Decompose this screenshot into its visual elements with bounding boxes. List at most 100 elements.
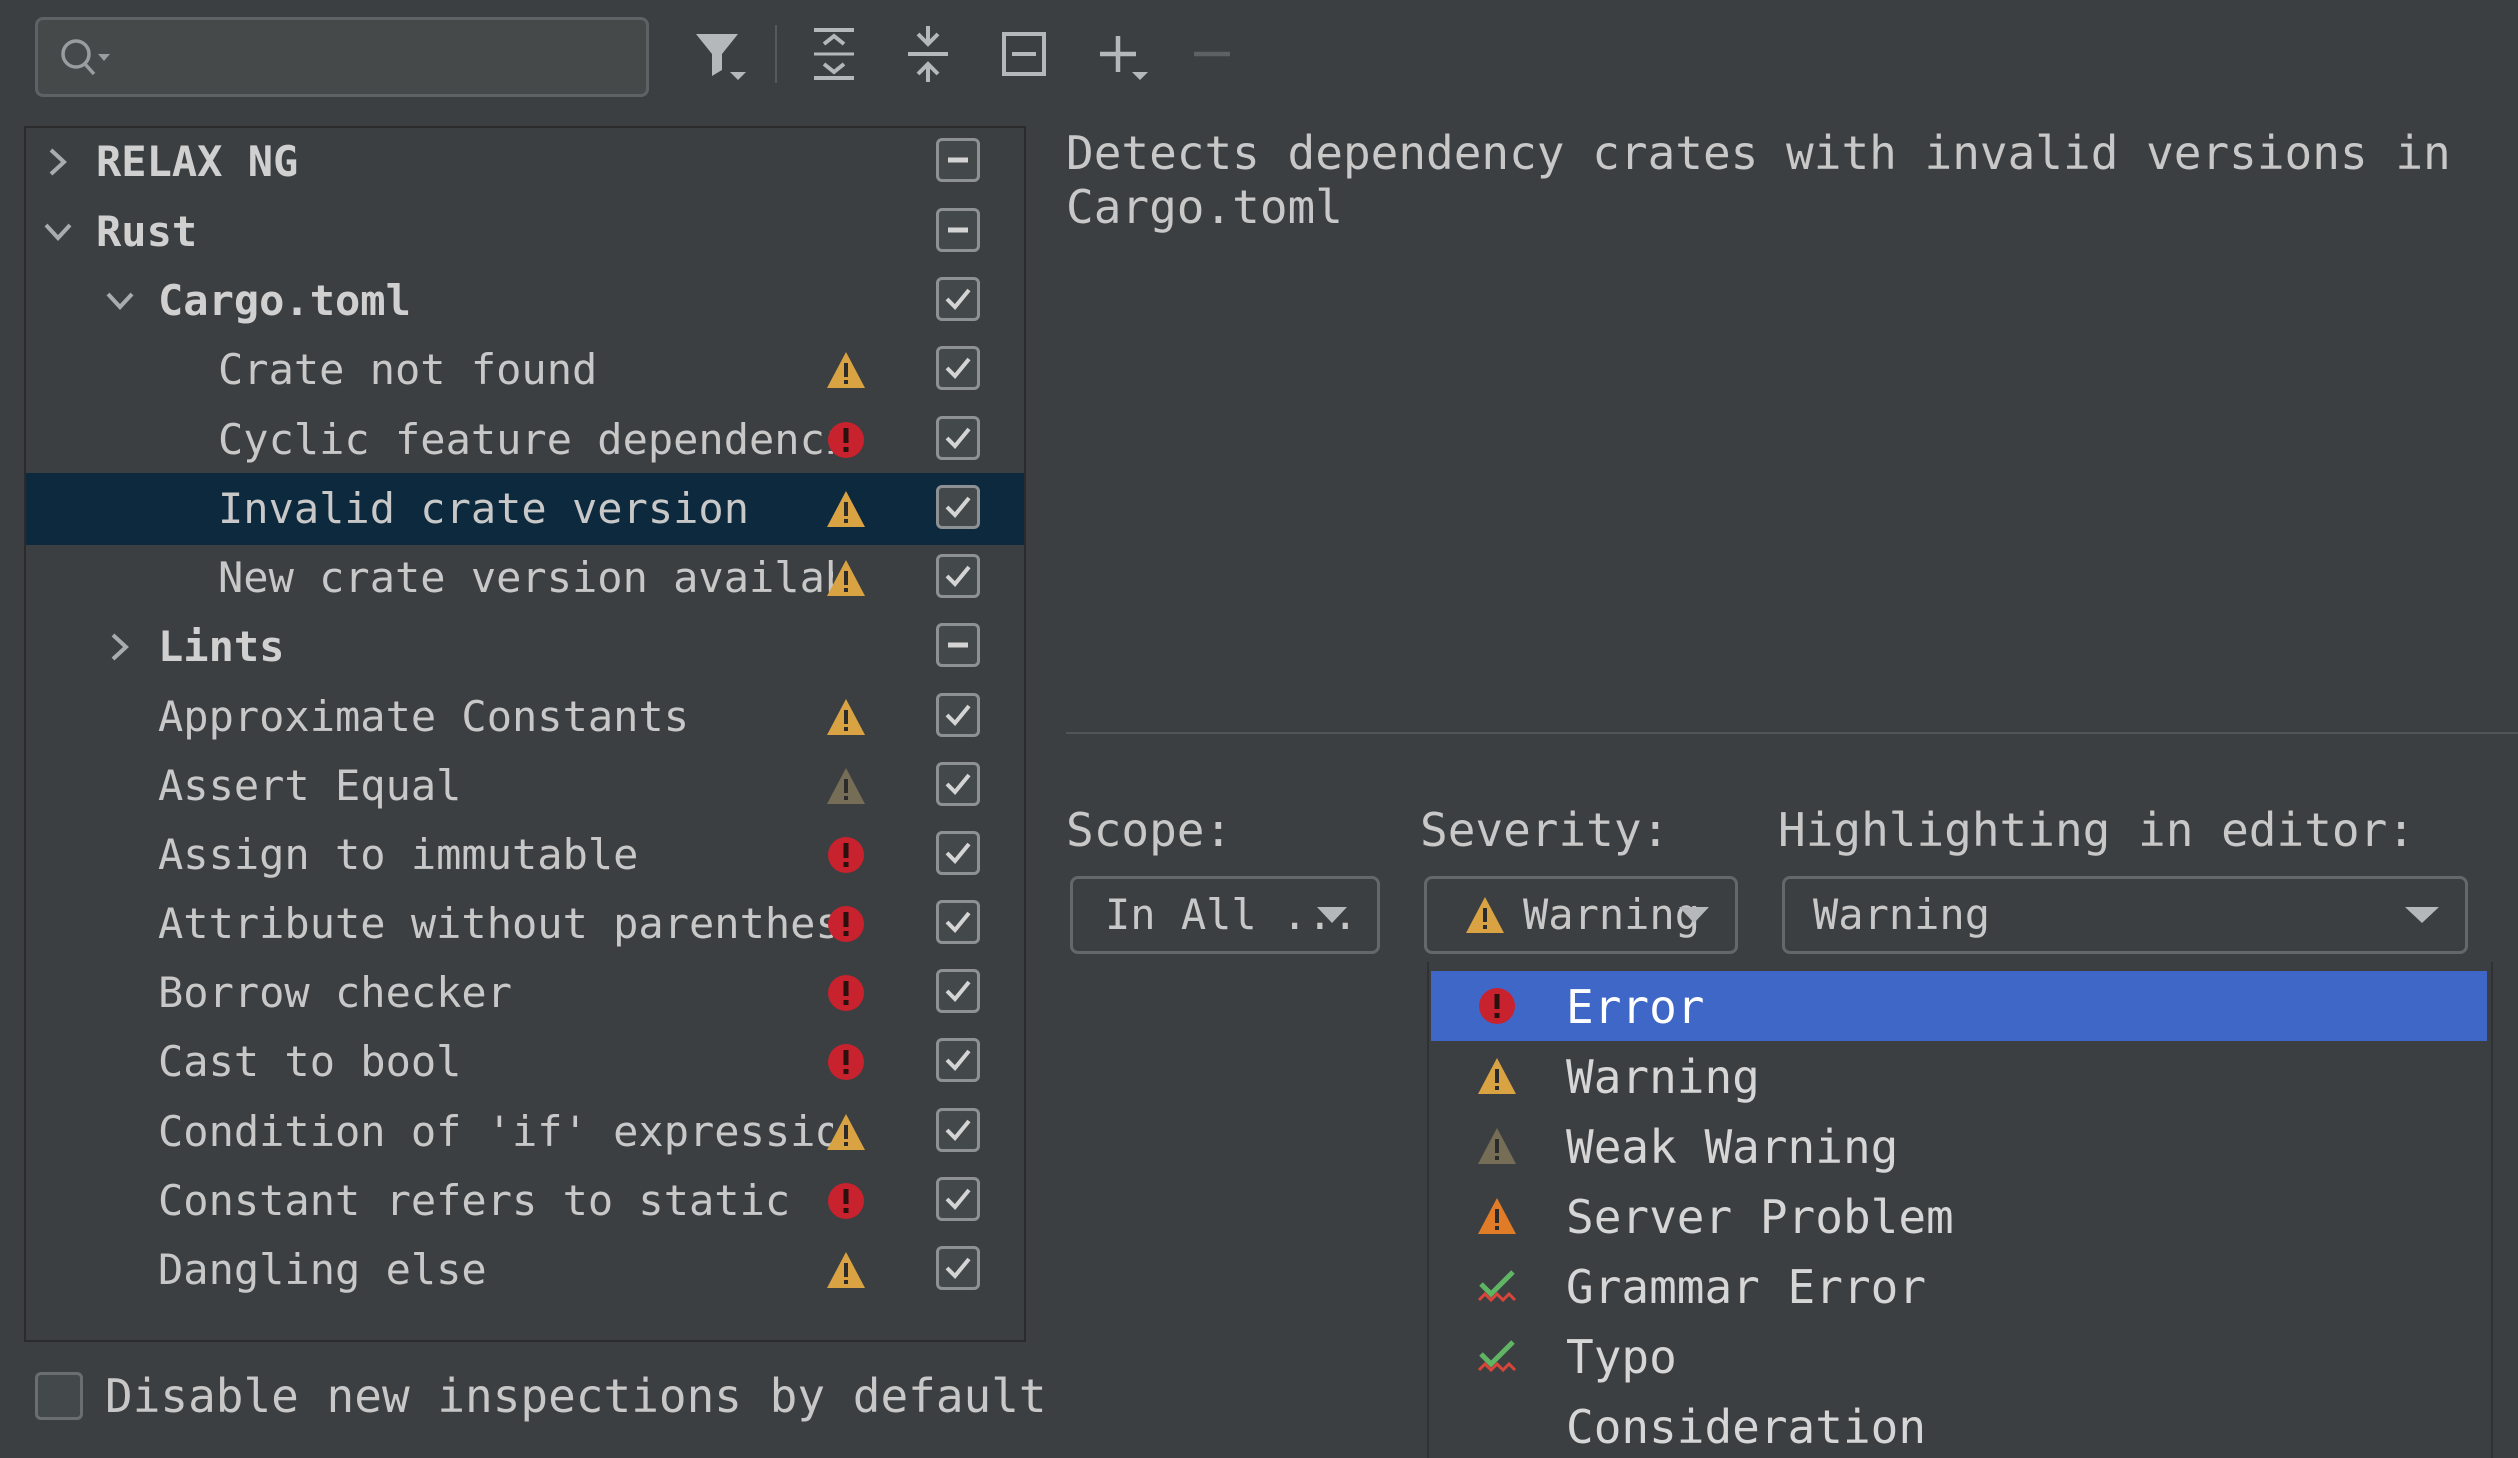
error-icon <box>828 837 864 873</box>
warning-icon <box>827 560 865 596</box>
chevron-down-icon[interactable] <box>38 212 78 252</box>
inspection-checkbox[interactable] <box>936 277 980 321</box>
tree-row-label: Assert Equal <box>158 762 462 810</box>
expand-all-button[interactable] <box>802 22 866 86</box>
checkmark-icon <box>945 357 971 379</box>
chevron-down-icon <box>1679 907 1709 923</box>
inspection-row[interactable]: New crate version available <box>26 542 1024 614</box>
tree-row-label: Invalid crate version <box>218 485 750 533</box>
warning-icon <box>827 352 865 388</box>
inspection-row[interactable]: Approximate Constants <box>26 681 1024 753</box>
partial-check-icon <box>948 642 968 648</box>
checkmark-icon <box>945 288 971 310</box>
warning-icon <box>1466 897 1504 933</box>
remove-icon <box>1194 51 1230 57</box>
checkmark-icon <box>945 1188 971 1210</box>
inspection-checkbox[interactable] <box>936 900 980 944</box>
tree-group-row[interactable]: RELAX NG <box>26 128 1024 198</box>
error-icon <box>828 975 864 1011</box>
inspection-tree[interactable]: RELAX NG Rust Cargo.toml Crate not found Cyc… <box>24 126 1026 1342</box>
inspection-row[interactable]: Constant refers to static <box>26 1165 1024 1237</box>
severity-option-label: Error <box>1566 980 1705 1034</box>
severity-combobox[interactable]: Warning <box>1424 876 1738 954</box>
tree-group-row[interactable]: Cargo.toml <box>26 265 1024 337</box>
severity-dropdown-list[interactable]: Error Warning Weak Warning Server Problem Gr… <box>1427 962 2493 1458</box>
typo-icon <box>1477 1340 1517 1373</box>
severity-option-error[interactable]: Error <box>1431 971 2487 1041</box>
severity-option-consideration[interactable]: Consideration <box>1431 1391 2487 1458</box>
inspection-row[interactable]: Assign to immutable <box>26 819 1024 891</box>
inspection-checkbox[interactable] <box>936 969 980 1013</box>
checkmark-icon <box>945 565 971 587</box>
tree-row-label: Crate not found <box>218 346 598 394</box>
chevron-down-icon[interactable] <box>100 281 140 321</box>
filter-button[interactable] <box>688 22 752 86</box>
highlighting-label: Highlighting in editor: <box>1778 803 2415 857</box>
chevron-down-icon <box>2405 907 2439 923</box>
severity-option-weak-warning[interactable]: Weak Warning <box>1431 1111 2487 1181</box>
tree-row-label: Assign to immutable <box>158 831 639 879</box>
inspection-checkbox[interactable] <box>936 762 980 806</box>
error-icon <box>828 906 864 942</box>
inspection-checkbox[interactable] <box>936 1038 980 1082</box>
warning-icon <box>827 1114 865 1150</box>
scope-combobox[interactable]: In All ... <box>1070 876 1380 954</box>
warning-icon <box>827 491 865 527</box>
tree-row-label: Cast to bool <box>158 1038 462 1086</box>
highlighting-combobox[interactable]: Warning <box>1782 876 2468 954</box>
expand-all-icon <box>814 28 854 80</box>
error-icon <box>828 422 864 458</box>
collapse-all-icon <box>908 26 948 82</box>
inspection-checkbox[interactable] <box>936 554 980 598</box>
inspection-row[interactable]: Dangling else <box>26 1234 1024 1306</box>
inspection-checkbox[interactable] <box>936 831 980 875</box>
inspection-checkbox[interactable] <box>936 693 980 737</box>
tree-row-label: Lints <box>158 623 285 671</box>
splitter[interactable] <box>1066 732 2518 734</box>
search-input[interactable] <box>35 17 649 97</box>
severity-option-grammar-error[interactable]: Grammar Error <box>1431 1251 2487 1321</box>
severity-option-warning[interactable]: Warning <box>1431 1041 2487 1111</box>
tree-row-label: Rust <box>96 208 198 256</box>
tree-row-label: New crate version available <box>218 554 833 602</box>
inspection-checkbox[interactable] <box>936 485 980 529</box>
inspection-checkbox[interactable] <box>936 208 980 252</box>
inspection-row[interactable]: Assert Equal <box>26 750 1024 822</box>
inspection-row[interactable]: Condition of 'if' expression <box>26 1096 1024 1168</box>
disable-new-inspections-checkbox[interactable] <box>35 1372 83 1420</box>
error-icon <box>828 1183 864 1219</box>
checkmark-icon <box>945 427 971 449</box>
reset-button[interactable] <box>992 22 1056 86</box>
severity-option-server-problem[interactable]: Server Problem <box>1431 1181 2487 1251</box>
inspection-checkbox[interactable] <box>936 1108 980 1152</box>
inspection-checkbox[interactable] <box>936 346 980 390</box>
inspection-row[interactable]: Cast to bool <box>26 1026 1024 1098</box>
chevron-right-icon[interactable] <box>100 627 140 667</box>
severity-option-typo[interactable]: Typo <box>1431 1321 2487 1391</box>
severity-option-label: Typo <box>1566 1330 1677 1384</box>
warning-icon <box>1478 1058 1516 1094</box>
remove-button[interactable] <box>1180 22 1244 86</box>
tree-group-row[interactable]: Lints <box>26 611 1024 683</box>
chevron-right-icon[interactable] <box>38 142 78 182</box>
reset-icon <box>1002 32 1046 76</box>
severity-option-label: Grammar Error <box>1566 1260 1927 1314</box>
tree-group-row[interactable]: Rust <box>26 196 1024 268</box>
collapse-all-button[interactable] <box>896 22 960 86</box>
inspection-row[interactable]: Cyclic feature dependencies <box>26 404 1024 476</box>
inspection-checkbox[interactable] <box>936 1246 980 1290</box>
add-button[interactable] <box>1090 22 1154 86</box>
tree-row-label: Approximate Constants <box>158 693 690 741</box>
inspection-checkbox[interactable] <box>936 623 980 667</box>
warning-icon <box>827 699 865 735</box>
inspection-row[interactable]: Attribute without parentheses <box>26 888 1024 960</box>
inspection-row[interactable]: Borrow checker <box>26 957 1024 1029</box>
inspection-row[interactable]: Invalid crate version <box>26 473 1024 545</box>
inspection-row[interactable]: Crate not found <box>26 334 1024 406</box>
inspection-checkbox[interactable] <box>936 1177 980 1221</box>
tree-row-label: RELAX NG <box>96 138 299 186</box>
severity-option-label: Consideration <box>1566 1400 1927 1454</box>
inspection-checkbox[interactable] <box>936 138 980 182</box>
inspection-checkbox[interactable] <box>936 416 980 460</box>
error-icon <box>1479 988 1515 1024</box>
